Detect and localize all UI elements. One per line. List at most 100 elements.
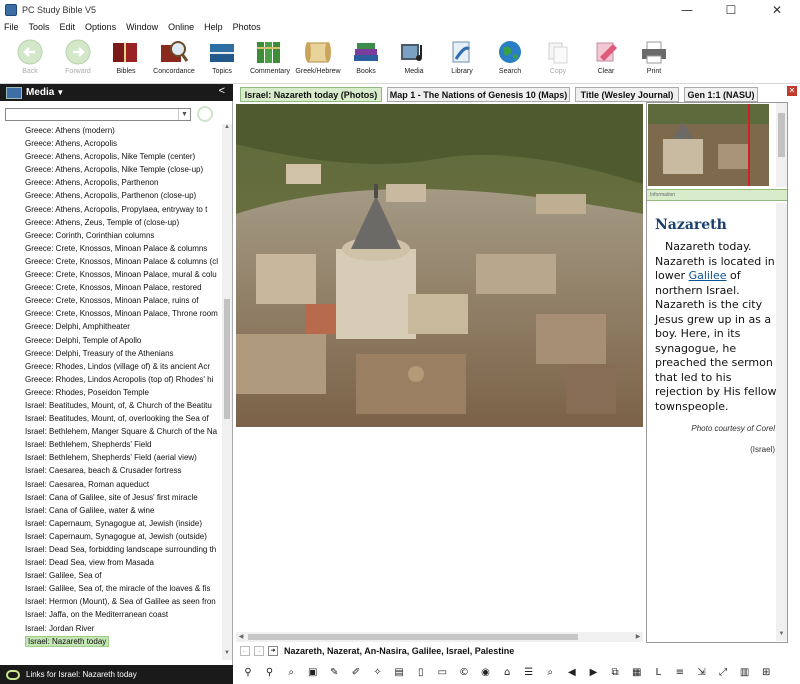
image-icon[interactable]: ▣ bbox=[307, 667, 319, 679]
scroll-right-arrow-icon[interactable]: ▶ bbox=[633, 632, 643, 642]
photo-horizontal-scrollbar[interactable]: ◀ ▶ bbox=[236, 632, 643, 642]
media-list-item[interactable]: Israel: Nazareth today bbox=[0, 635, 222, 648]
media-list-item[interactable]: Israel: Beatitudes, Mount, of, overlooki… bbox=[0, 412, 222, 425]
media-list-item[interactable]: Greece: Crete, Knossos, Minoan Palace, r… bbox=[0, 294, 222, 307]
media-list-item[interactable]: Israel: Capernaum, Synagogue at, Jewish … bbox=[0, 530, 222, 543]
back-icon[interactable]: ◀ bbox=[566, 667, 578, 679]
menu-options[interactable]: Options bbox=[85, 22, 116, 32]
scrollbar-thumb[interactable] bbox=[224, 299, 230, 419]
media-button[interactable]: Media bbox=[390, 34, 438, 82]
media-list-item[interactable]: Greece: Athens, Acropolis, Parthenon (cl… bbox=[0, 189, 222, 202]
tab-wesley-journal[interactable]: Title (Wesley Journal) bbox=[575, 87, 679, 102]
scrollbar-thumb[interactable] bbox=[778, 113, 785, 157]
media-list-item[interactable]: Israel: Galilee, Sea of bbox=[0, 569, 222, 582]
media-list-item[interactable]: Israel: Hermon (Mount), & Sea of Galilee… bbox=[0, 595, 222, 608]
media-list-item[interactable]: Israel: Galilee, Sea of, the miracle of … bbox=[0, 582, 222, 595]
menu-edit[interactable]: Edit bbox=[60, 22, 76, 32]
media-list-item[interactable]: Israel: Bethlehem, Shepherds' Field (aer… bbox=[0, 451, 222, 464]
expand-icon[interactable]: ⤢ bbox=[717, 667, 729, 679]
media-list-item[interactable]: Greece: Crete, Knossos, Minoan Palace & … bbox=[0, 255, 222, 268]
letter-l-icon[interactable]: L bbox=[652, 667, 664, 679]
close-tab-icon[interactable]: ✕ bbox=[787, 86, 797, 96]
media-list-item[interactable]: Greece: Crete, Knossos, Minoan Palace, T… bbox=[0, 307, 222, 320]
concordance-button[interactable]: Concordance bbox=[150, 34, 198, 82]
media-list-item[interactable]: Greece: Athens, Acropolis, Parthenon bbox=[0, 176, 222, 189]
close-button[interactable]: ✕ bbox=[754, 0, 800, 20]
media-list-item[interactable]: Greece: Athens (modern) bbox=[0, 124, 222, 137]
media-list-item[interactable]: Greece: Crete, Knossos, Minoan Palace & … bbox=[0, 242, 222, 255]
media-list-item[interactable]: Greece: Athens, Acropolis, Propylaea, en… bbox=[0, 203, 222, 216]
media-list-item[interactable]: Greece: Athens, Acropolis, Nike Temple (… bbox=[0, 150, 222, 163]
menu-file[interactable]: File bbox=[4, 22, 19, 32]
document-icon[interactable]: ▭ bbox=[436, 667, 448, 679]
greek-hebrew-button[interactable]: Greek/Hebrew bbox=[294, 34, 342, 82]
copy-button[interactable]: Copy bbox=[534, 34, 582, 82]
media-list-item[interactable]: Greece: Athens, Acropolis, Nike Temple (… bbox=[0, 163, 222, 176]
print-button[interactable]: Print bbox=[630, 34, 678, 82]
media-list-item[interactable]: Israel: Beatitudes, Mount, of, & Church … bbox=[0, 399, 222, 412]
commentary-button[interactable]: Commentary bbox=[246, 34, 294, 82]
media-list-item[interactable]: Israel: Jordan River bbox=[0, 622, 222, 635]
highlight-icon[interactable]: ✐ bbox=[350, 667, 362, 679]
media-panel-title[interactable]: Media bbox=[26, 87, 54, 98]
menu-window[interactable]: Window bbox=[126, 22, 158, 32]
forward-button[interactable]: Forward bbox=[54, 34, 102, 82]
media-list-item[interactable]: Israel: Dead Sea, view from Masada bbox=[0, 556, 222, 569]
media-list-item[interactable]: Israel: Bethlehem, Manger Square & Churc… bbox=[0, 425, 222, 438]
media-list-item[interactable]: Israel: Jaffa, on the Mediterranean coas… bbox=[0, 608, 222, 621]
keyword-go-icon[interactable]: ➜ bbox=[268, 646, 278, 656]
list-icon[interactable]: ☰ bbox=[523, 667, 535, 679]
tab-map-nations[interactable]: Map 1 - The Nations of Genesis 10 (Maps) bbox=[387, 87, 570, 102]
media-list-item[interactable]: Israel: Dead Sea, forbidding landscape s… bbox=[0, 543, 222, 556]
media-list-item[interactable]: Greece: Athens, Zeus, Temple of (close-u… bbox=[0, 216, 222, 229]
bibles-button[interactable]: Bibles bbox=[102, 34, 150, 82]
scroll-left-arrow-icon[interactable]: ◀ bbox=[236, 632, 246, 642]
media-list-item[interactable]: Israel: Bethlehem, Shepherds' Field bbox=[0, 438, 222, 451]
media-list-item[interactable]: Israel: Cana of Galilee, water & wine bbox=[0, 504, 222, 517]
menu-tools[interactable]: Tools bbox=[29, 22, 50, 32]
dropdown-triangle-icon[interactable]: ▼ bbox=[56, 88, 64, 97]
menu-online[interactable]: Online bbox=[168, 22, 194, 32]
maximize-button[interactable]: ☐ bbox=[708, 0, 754, 20]
article-scrollbar[interactable]: ▼ bbox=[776, 203, 787, 641]
topics-button[interactable]: Topics bbox=[198, 34, 246, 82]
galilee-link[interactable]: Galilee bbox=[689, 269, 727, 282]
scroll-up-arrow-icon[interactable]: ▲ bbox=[222, 124, 232, 134]
media-list-item[interactable]: Greece: Delphi, Amphitheater bbox=[0, 320, 222, 333]
media-list-scrollbar[interactable]: ▲ ▼ bbox=[222, 124, 232, 660]
links-footer[interactable]: Links for Israel: Nazareth today bbox=[0, 665, 233, 684]
collapse-panel-button[interactable]: < bbox=[219, 85, 225, 97]
fit-icon[interactable]: ⇲ bbox=[695, 667, 707, 679]
photo-thumbnail[interactable] bbox=[648, 104, 769, 186]
find-icon[interactable]: ⚲ bbox=[242, 667, 254, 679]
copy-icon[interactable]: ⧉ bbox=[609, 667, 621, 679]
media-list-item[interactable]: Israel: Caesarea, beach & Crusader fortr… bbox=[0, 464, 222, 477]
media-list-item[interactable]: Greece: Rhodes, Lindos Acropolis (top of… bbox=[0, 373, 222, 386]
columns-icon[interactable]: ▥ bbox=[739, 667, 751, 679]
back-button[interactable]: Back bbox=[6, 34, 54, 82]
forward-icon[interactable]: ▶ bbox=[588, 667, 600, 679]
thumbnail-scrollbar[interactable] bbox=[776, 103, 787, 187]
minimize-button[interactable]: — bbox=[664, 0, 710, 20]
media-list-item[interactable]: Greece: Rhodes, Poseidon Temple bbox=[0, 386, 222, 399]
note-icon[interactable]: ▤ bbox=[393, 667, 405, 679]
record-icon[interactable]: ◉ bbox=[480, 667, 492, 679]
scrollbar-thumb[interactable] bbox=[248, 634, 578, 640]
keyword-prev-icon[interactable]: ← bbox=[240, 646, 250, 656]
chevron-down-icon[interactable]: ▼ bbox=[178, 109, 190, 120]
tab-gen-1-1[interactable]: Gen 1:1 (NASU) bbox=[684, 87, 758, 102]
clear-button[interactable]: Clear bbox=[582, 34, 630, 82]
layout-icon[interactable]: ▦ bbox=[631, 667, 643, 679]
media-list-item[interactable]: Israel: Capernaum, Synagogue at, Jewish … bbox=[0, 517, 222, 530]
media-list-item[interactable]: Greece: Delphi, Temple of Apollo bbox=[0, 334, 222, 347]
media-list-item[interactable]: Greece: Athens, Acropolis bbox=[0, 137, 222, 150]
grid-icon[interactable]: ⊞ bbox=[760, 667, 772, 679]
go-button[interactable] bbox=[197, 106, 213, 122]
books-button[interactable]: Books bbox=[342, 34, 390, 82]
scroll-down-arrow-icon[interactable]: ▼ bbox=[222, 650, 232, 660]
lines-icon[interactable]: ≡ bbox=[674, 667, 686, 679]
media-list-item[interactable]: Greece: Rhodes, Lindos (village of) & it… bbox=[0, 360, 222, 373]
menu-photos[interactable]: Photos bbox=[233, 22, 261, 32]
wand-icon[interactable]: ✧ bbox=[372, 667, 384, 679]
media-list-item[interactable]: Greece: Delphi, Treasury of the Athenian… bbox=[0, 347, 222, 360]
